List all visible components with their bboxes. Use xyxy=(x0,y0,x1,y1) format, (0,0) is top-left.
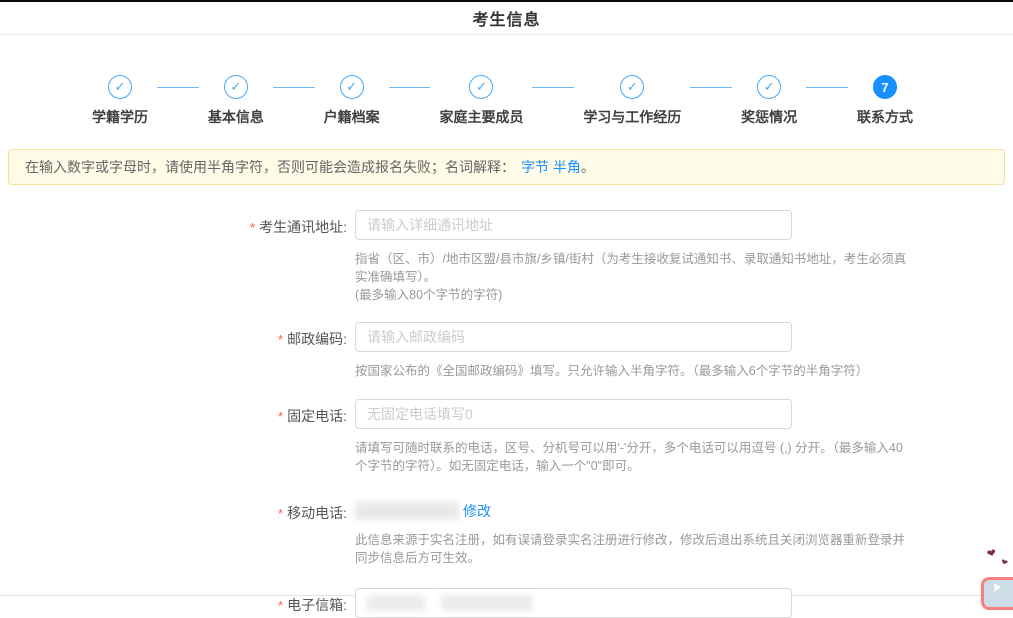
step-huji-dangan[interactable]: ✓ 户籍档案 xyxy=(324,75,380,127)
step-jiangcheng-qingkuang[interactable]: ✓ 奖惩情况 xyxy=(741,75,797,127)
postcode-help: 按国家公布的《全国邮政编码》填写。只允许输入半角字符。（最多输入6个字节的半角字… xyxy=(355,362,910,380)
check-circle-icon: ✓ xyxy=(620,75,644,99)
address-label: *考生通讯地址: xyxy=(0,210,347,322)
step-connector-line xyxy=(806,87,848,88)
step-jiating-chengyuan[interactable]: ✓ 家庭主要成员 xyxy=(439,75,523,127)
step-label: 奖惩情况 xyxy=(741,107,797,127)
address-help: 指省（区、市）/地市区盟/县市旗/乡镇/街村（为考生接收复试通知书、录取通知书地… xyxy=(355,250,910,304)
step-connector-line xyxy=(532,87,574,88)
contact-info-form: *考生通讯地址: 指省（区、市）/地市区盟/县市旗/乡镇/街村（为考生接收复试通… xyxy=(0,210,1013,618)
step-label: 联系方式 xyxy=(857,107,913,127)
step-connector-line xyxy=(157,87,199,88)
step-connector-line xyxy=(690,87,732,88)
check-circle-icon: ✓ xyxy=(469,75,493,99)
postcode-input[interactable] xyxy=(355,322,792,352)
notice-text: 在输入数字或字母时，请使用半角字符，否则可能会造成报名失败；名词解释： xyxy=(25,159,515,175)
step-label: 学籍学历 xyxy=(92,107,148,127)
mobile-help: 此信息来源于实名注册，如有误请登录实名注册进行修改，修改后退出系统且关闭浏览器重… xyxy=(355,531,910,567)
step-label: 学习与工作经历 xyxy=(583,107,681,127)
required-asterisk: * xyxy=(278,598,283,613)
step-label: 家庭主要成员 xyxy=(439,107,523,127)
email-row: *电子信箱: xyxy=(0,588,1013,618)
link-byte-definition[interactable]: 字节 xyxy=(521,159,549,175)
required-asterisk: * xyxy=(250,220,255,235)
step-connector-line xyxy=(273,87,315,88)
step-xueji-xueli[interactable]: ✓ 学籍学历 xyxy=(92,75,148,127)
landline-label: *固定电话: xyxy=(0,399,347,496)
halfwidth-warning-banner: 在输入数字或字母时，请使用半角字符，否则可能会造成报名失败；名词解释： 字节 半角… xyxy=(8,149,1005,185)
landline-help: 请填写可随时联系的电话，区号、分机号可以用'-'分开，多个电话可以用逗号 (,)… xyxy=(355,439,910,475)
landline-input[interactable] xyxy=(355,399,792,429)
mobile-modify-link[interactable]: 修改 xyxy=(463,501,491,521)
address-row: *考生通讯地址: 指省（区、市）/地市区盟/县市旗/乡镇/街村（为考生接收复试通… xyxy=(0,210,1013,322)
postcode-label: *邮政编码: xyxy=(0,322,347,399)
required-asterisk: * xyxy=(278,506,283,521)
email-masked-value xyxy=(441,595,533,611)
page-title: 考生信息 xyxy=(472,6,540,30)
required-asterisk: * xyxy=(278,409,283,424)
step-number-badge: 7 xyxy=(873,75,897,99)
step-connector-line xyxy=(389,87,431,88)
check-circle-icon: ✓ xyxy=(340,75,364,99)
notice-period: 。 xyxy=(581,159,595,175)
link-halfwidth-definition[interactable]: 半角 xyxy=(553,159,581,175)
step-progress-bar: ✓ 学籍学历 ✓ 基本信息 ✓ 户籍档案 ✓ 家庭主要成员 ✓ 学习与工作经历 … xyxy=(92,75,913,127)
mobile-row: *移动电话: 修改 此信息来源于实名注册，如有误请登录实名注册进行修改，修改后退… xyxy=(0,496,1013,588)
check-circle-icon: ✓ xyxy=(224,75,248,99)
page-header: 考生信息 xyxy=(0,2,1013,35)
address-input[interactable] xyxy=(355,210,792,240)
mobile-number-masked-value xyxy=(355,502,459,520)
required-asterisk: * xyxy=(278,332,283,347)
mobile-label: *移动电话: xyxy=(0,496,347,588)
check-circle-icon: ✓ xyxy=(108,75,132,99)
step-label: 户籍档案 xyxy=(324,107,380,127)
step-jiben-xinxi[interactable]: ✓ 基本信息 xyxy=(208,75,264,127)
step-lianxi-fangshi-current[interactable]: 7 联系方式 xyxy=(857,75,913,127)
check-circle-icon: ✓ xyxy=(757,75,781,99)
step-xuexi-gongzuo[interactable]: ✓ 学习与工作经历 xyxy=(583,75,681,127)
email-label: *电子信箱: xyxy=(0,588,347,618)
landline-row: *固定电话: 请填写可随时联系的电话，区号、分机号可以用'-'分开，多个电话可以… xyxy=(0,399,1013,496)
step-label: 基本信息 xyxy=(208,107,264,127)
email-masked-value xyxy=(367,595,425,611)
postcode-row: *邮政编码: 按国家公布的《全国邮政编码》填写。只允许输入半角字符。（最多输入6… xyxy=(0,322,1013,399)
